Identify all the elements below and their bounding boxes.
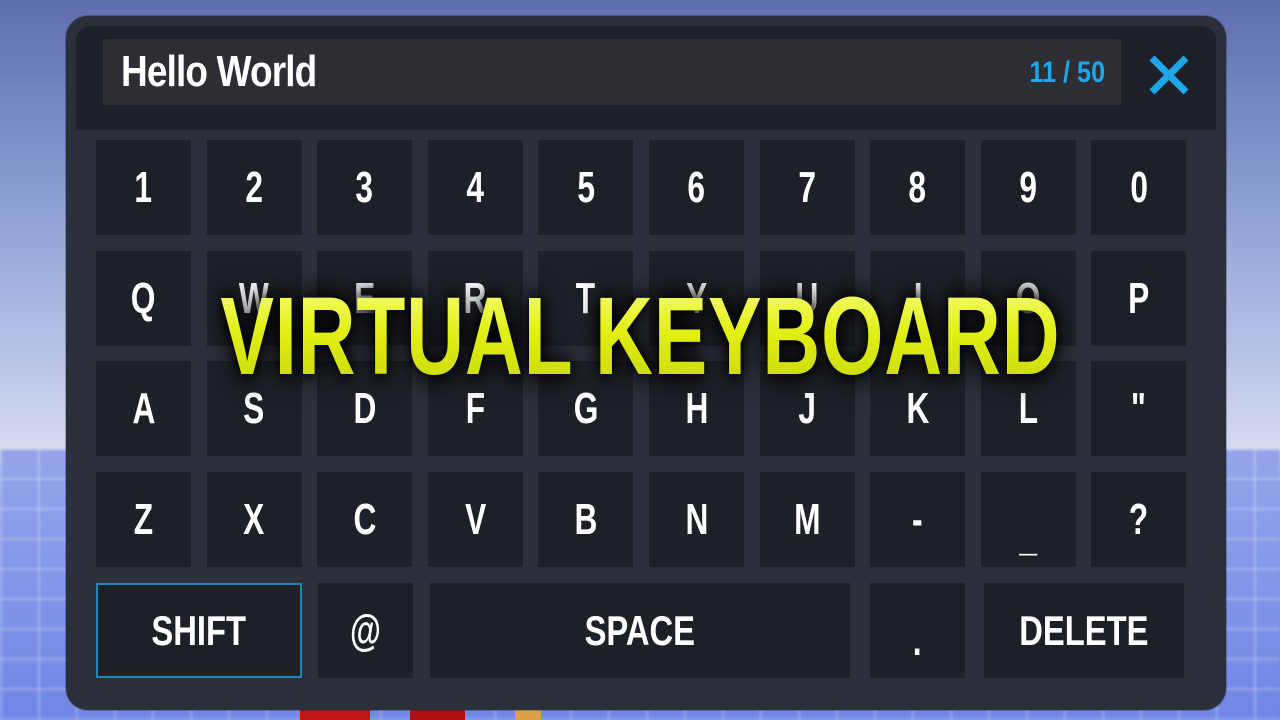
key-label: D [353, 383, 377, 433]
key-row1-5[interactable]: 6 [649, 140, 744, 235]
key-row4-2[interactable]: C [317, 472, 413, 567]
key-label: 2 [245, 162, 263, 212]
key-label: 1 [134, 162, 153, 212]
key-label: . [913, 615, 922, 665]
key-row4-8[interactable]: _ [980, 472, 1076, 567]
key-row3-3[interactable]: F [427, 361, 523, 456]
key-label: 5 [577, 162, 595, 212]
key-label: 8 [908, 162, 927, 212]
key-label: SPACE [584, 606, 696, 654]
key-label: 3 [355, 162, 374, 212]
key-label: I [913, 273, 923, 323]
key-row1-7[interactable]: 8 [870, 140, 966, 235]
key-label: Z [133, 494, 154, 544]
key-row1-9[interactable]: 0 [1091, 140, 1187, 235]
key-row1-6[interactable]: 7 [759, 140, 855, 235]
key-row3-0[interactable]: A [96, 361, 191, 456]
key-label: N [685, 494, 708, 544]
key-shift[interactable]: SHIFT [96, 583, 302, 678]
key-label: - [912, 494, 923, 544]
key-row3-6[interactable]: J [759, 361, 855, 456]
key-label: @ [350, 605, 381, 655]
key-label: G [573, 383, 599, 433]
key-row4-0[interactable]: Z [96, 472, 191, 567]
key-label: Q [131, 273, 156, 323]
key-label: M [793, 494, 821, 544]
key-label: 0 [1130, 162, 1148, 212]
key-row2-5[interactable]: Y [649, 251, 744, 346]
key-label: DELETE [1019, 606, 1149, 654]
key-label: A [132, 383, 155, 433]
key-row3-9[interactable]: " [1091, 361, 1187, 456]
key-label: C [353, 494, 377, 544]
key-row1-1[interactable]: 2 [206, 140, 302, 235]
key-row2-3[interactable]: R [427, 251, 523, 346]
key-label: _ [1019, 510, 1038, 560]
key-row4-1[interactable]: X [206, 472, 302, 567]
key-label: S [243, 383, 265, 433]
key-row3-4[interactable]: G [538, 361, 634, 456]
key-label: P [1128, 273, 1150, 323]
key-row1-4[interactable]: 5 [538, 140, 634, 235]
key-space[interactable]: SPACE [430, 583, 850, 678]
key-at[interactable]: @ [318, 583, 413, 678]
key-label: W [239, 273, 270, 323]
key-row2-8[interactable]: O [980, 251, 1076, 346]
key-label: B [574, 494, 598, 544]
key-row3-8[interactable]: L [980, 361, 1076, 456]
key-row4-3[interactable]: V [427, 472, 523, 567]
key-row2-9[interactable]: P [1091, 251, 1187, 346]
key-row2-4[interactable]: T [538, 251, 634, 346]
key-row4-7[interactable]: - [870, 472, 966, 567]
key-label: 6 [687, 162, 706, 212]
key-label: K [906, 383, 930, 433]
key-row1-3[interactable]: 4 [427, 140, 523, 235]
key-period[interactable]: . [870, 583, 965, 678]
key-label: O [1015, 273, 1041, 323]
key-label: ? [1129, 494, 1149, 544]
key-row4-5[interactable]: N [649, 472, 744, 567]
key-row2-2[interactable]: E [317, 251, 413, 346]
key-row1-2[interactable]: 3 [317, 140, 413, 235]
key-row2-0[interactable]: Q [96, 251, 191, 346]
key-row3-5[interactable]: H [649, 361, 744, 456]
key-label: L [1018, 383, 1038, 433]
key-label: 9 [1019, 162, 1038, 212]
key-row4-6[interactable]: M [759, 472, 855, 567]
key-row3-7[interactable]: K [870, 361, 966, 456]
key-label: Y [685, 273, 708, 323]
virtual-keyboard-panel: Hello World 11 / 50 1234567890QWERTYUIOP… [66, 16, 1226, 710]
key-row4-4[interactable]: B [538, 472, 634, 567]
key-row2-1[interactable]: W [206, 251, 302, 346]
key-row3-1[interactable]: S [206, 361, 302, 456]
key-label: 7 [798, 162, 816, 212]
key-row4-9[interactable]: ? [1091, 472, 1187, 567]
key-row1-8[interactable]: 9 [980, 140, 1076, 235]
key-row1-0[interactable]: 1 [96, 140, 191, 235]
key-label: U [795, 273, 819, 323]
key-label: V [464, 494, 486, 544]
key-delete[interactable]: DELETE [984, 583, 1184, 678]
key-label: F [465, 383, 485, 433]
key-label: 4 [466, 162, 485, 212]
key-label: E [354, 273, 376, 323]
key-label: H [685, 383, 708, 433]
key-row2-7[interactable]: I [870, 251, 966, 346]
key-grid: 1 2 3 4 5 6 7 8 9 0 Q W E R T Y U I O P A S D F G H J K L " Z X C V B N M - _?… [66, 16, 1226, 710]
key-label: J [798, 383, 816, 433]
key-label: SHIFT [151, 606, 247, 654]
key-label: T [576, 273, 596, 323]
key-row2-6[interactable]: U [759, 251, 855, 346]
key-label: R [463, 273, 487, 323]
key-label: " [1131, 383, 1147, 433]
key-label: X [243, 494, 265, 544]
key-row3-2[interactable]: D [317, 361, 413, 456]
